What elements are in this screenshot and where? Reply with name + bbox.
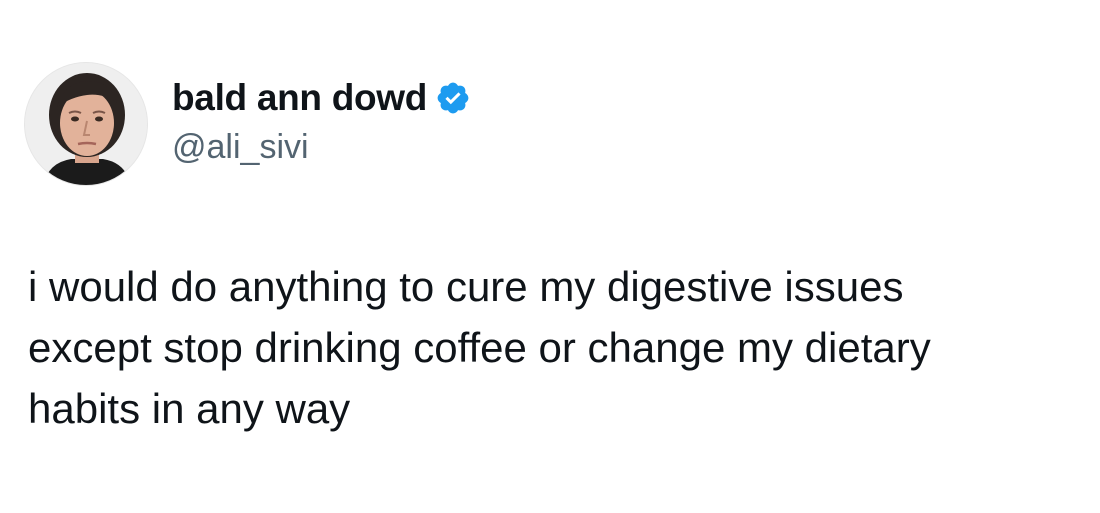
avatar[interactable] [24, 62, 148, 186]
tweet-card: bald ann dowd @ali_sivi i would do anyth… [0, 0, 1100, 513]
display-name[interactable]: bald ann dowd [172, 77, 427, 119]
tweet-text-line: except stop drinking coffee or change my… [28, 324, 931, 371]
name-row: bald ann dowd [172, 74, 471, 122]
tweet-text-line: i would do anything to cure my digestive… [28, 263, 904, 310]
user-handle[interactable]: @ali_sivi [172, 128, 471, 167]
tweet-text: i would do anything to cure my digestive… [28, 256, 1078, 439]
avatar-photo [25, 63, 147, 185]
author-info: bald ann dowd @ali_sivi [172, 74, 471, 167]
tweet-text-line: habits in any way [28, 385, 351, 432]
verified-badge-icon[interactable] [435, 80, 471, 116]
